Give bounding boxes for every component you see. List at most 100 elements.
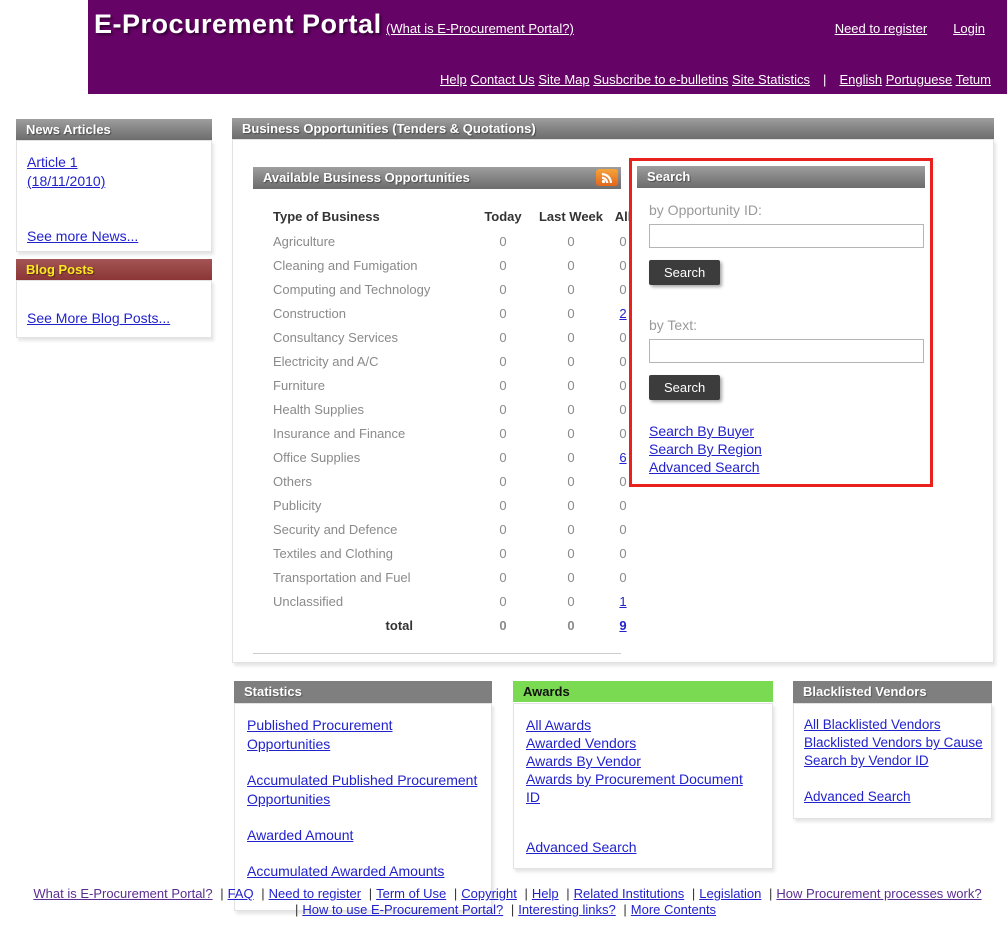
table-row: Agriculture 0 0 0 xyxy=(273,229,641,253)
footer-link[interactable]: Related Institutions xyxy=(574,886,685,901)
today-cell: 0 xyxy=(469,378,537,393)
footer-link[interactable]: Interesting links? xyxy=(518,902,616,917)
search-link[interactable]: Search By Buyer xyxy=(649,422,924,440)
today-cell: 0 xyxy=(469,498,537,513)
today-cell: 0 xyxy=(469,570,537,585)
see-more-news-link[interactable]: See more News... xyxy=(27,227,201,246)
last-week-cell: 0 xyxy=(537,378,605,393)
business-type-cell: Security and Defence xyxy=(273,522,469,537)
footer-link[interactable]: Term of Use xyxy=(376,886,446,901)
nav-link[interactable]: Contact Us xyxy=(470,72,534,87)
table-row: Transportation and Fuel 0 0 0 xyxy=(273,565,641,589)
last-week-cell: 0 xyxy=(537,306,605,321)
search-panel-header: Search xyxy=(637,166,925,188)
last-week-cell: 0 xyxy=(537,330,605,345)
news-panel: Article 1 (18/11/2010) See more News... xyxy=(16,140,212,252)
blacklisted-link[interactable]: Search by Vendor ID xyxy=(804,752,981,770)
table-row: Textiles and Clothing 0 0 0 xyxy=(273,541,641,565)
table-row: Office Supplies 0 0 6 xyxy=(273,445,641,469)
last-week-cell: 0 xyxy=(537,258,605,273)
blacklisted-link[interactable]: All Blacklisted Vendors xyxy=(804,716,981,734)
footer-link[interactable]: Help xyxy=(532,886,559,901)
today-cell: 0 xyxy=(469,258,537,273)
footer: What is E-Procurement Portal? |FAQ |Need… xyxy=(0,886,1007,918)
article-date-link[interactable]: (18/11/2010) xyxy=(27,172,201,191)
login-link[interactable]: Login xyxy=(953,21,985,36)
search-links: Search By BuyerSearch By RegionAdvanced … xyxy=(649,422,924,476)
column-type-of-business: Type of Business xyxy=(273,209,469,224)
statistics-link[interactable]: Accumulated Published Procurement Opport… xyxy=(247,771,479,809)
statistics-link[interactable]: Published Procurement Opportunities xyxy=(247,716,479,754)
footer-link[interactable]: Need to register xyxy=(269,886,362,901)
opportunities-table-title: Available Business Opportunities xyxy=(263,170,470,185)
awards-panel: All AwardsAwarded VendorsAwards By Vendo… xyxy=(513,703,773,869)
footer-separator: | xyxy=(562,886,573,901)
last-week-cell: 0 xyxy=(537,498,605,513)
opportunities-table: Type of Business Today Last Week All Agr… xyxy=(273,203,641,637)
footer-separator: | xyxy=(450,886,461,901)
last-week-cell: 0 xyxy=(537,474,605,489)
footer-separator: | xyxy=(765,886,776,901)
statistics-link[interactable]: Accumulated Awarded Amounts xyxy=(247,862,479,881)
business-type-cell: Furniture xyxy=(273,378,469,393)
nav-link[interactable]: Site Statistics xyxy=(732,72,810,87)
nav-separator: | xyxy=(823,72,826,87)
footer-link[interactable]: How Procurement processes work? xyxy=(776,886,981,901)
total-label: total xyxy=(273,618,469,633)
opportunity-id-input[interactable] xyxy=(649,224,924,248)
search-by-id-button[interactable]: Search xyxy=(649,260,720,285)
business-type-cell: Cleaning and Fumigation xyxy=(273,258,469,273)
nav-link[interactable]: Susbcribe to e-bulletins xyxy=(593,72,728,87)
article-link[interactable]: Article 1 xyxy=(27,153,201,172)
awards-link[interactable]: All Awards xyxy=(526,716,760,734)
footer-link[interactable]: Copyright xyxy=(461,886,517,901)
table-bottom-rule xyxy=(253,653,621,654)
language-link[interactable]: Tetum xyxy=(956,72,991,87)
today-cell: 0 xyxy=(469,522,537,537)
awards-link[interactable]: Awards By Vendor xyxy=(526,752,760,770)
all-cell[interactable]: 1 xyxy=(605,594,641,609)
need-to-register-link[interactable]: Need to register xyxy=(835,21,928,36)
table-row: Electricity and A/C 0 0 0 xyxy=(273,349,641,373)
search-link[interactable]: Advanced Search xyxy=(649,458,924,476)
awards-link[interactable]: Awards by Procurement Document ID xyxy=(526,770,760,806)
table-row: Others 0 0 0 xyxy=(273,469,641,493)
footer-link[interactable]: What is E-Procurement Portal? xyxy=(33,886,212,901)
table-row: Furniture 0 0 0 xyxy=(273,373,641,397)
footer-separator: | xyxy=(257,886,268,901)
footer-separator: | xyxy=(291,902,302,917)
all-cell: 0 xyxy=(605,546,641,561)
blacklisted-link[interactable]: Blacklisted Vendors by Cause xyxy=(804,734,981,752)
search-link[interactable]: Search By Region xyxy=(649,440,924,458)
business-type-cell: Textiles and Clothing xyxy=(273,546,469,561)
footer-link[interactable]: FAQ xyxy=(228,886,254,901)
search-by-text-button[interactable]: Search xyxy=(649,375,720,400)
see-more-blog-link[interactable]: See More Blog Posts... xyxy=(27,309,201,328)
blacklisted-link[interactable]: Advanced Search xyxy=(804,788,981,806)
nav-link[interactable]: Help xyxy=(440,72,467,87)
today-cell: 0 xyxy=(469,330,537,345)
text-search-input[interactable] xyxy=(649,339,924,363)
today-cell: 0 xyxy=(469,402,537,417)
footer-separator: | xyxy=(688,886,699,901)
footer-line-2: |How to use E-Procurement Portal? |Inter… xyxy=(0,902,1007,918)
footer-link[interactable]: How to use E-Procurement Portal? xyxy=(302,902,503,917)
awards-link[interactable]: Awarded Vendors xyxy=(526,734,760,752)
footer-link[interactable]: More Contents xyxy=(631,902,716,917)
business-type-cell: Others xyxy=(273,474,469,489)
business-type-cell: Health Supplies xyxy=(273,402,469,417)
language-link[interactable]: English xyxy=(839,72,882,87)
last-week-cell: 0 xyxy=(537,402,605,417)
last-week-cell: 0 xyxy=(537,354,605,369)
what-is-portal-link[interactable]: (What is E-Procurement Portal?) xyxy=(386,21,574,36)
statistics-link[interactable]: Awarded Amount xyxy=(247,826,479,845)
awards-panel-header: Awards xyxy=(513,681,773,702)
total-all-link[interactable]: 9 xyxy=(605,618,641,633)
awards-link[interactable]: Advanced Search xyxy=(526,838,760,856)
rss-icon[interactable] xyxy=(596,169,618,186)
footer-link[interactable]: Legislation xyxy=(699,886,761,901)
nav-link[interactable]: Site Map xyxy=(538,72,589,87)
all-cell: 0 xyxy=(605,498,641,513)
account-links: Need to register Login xyxy=(835,21,985,36)
language-link[interactable]: Portuguese xyxy=(886,72,953,87)
